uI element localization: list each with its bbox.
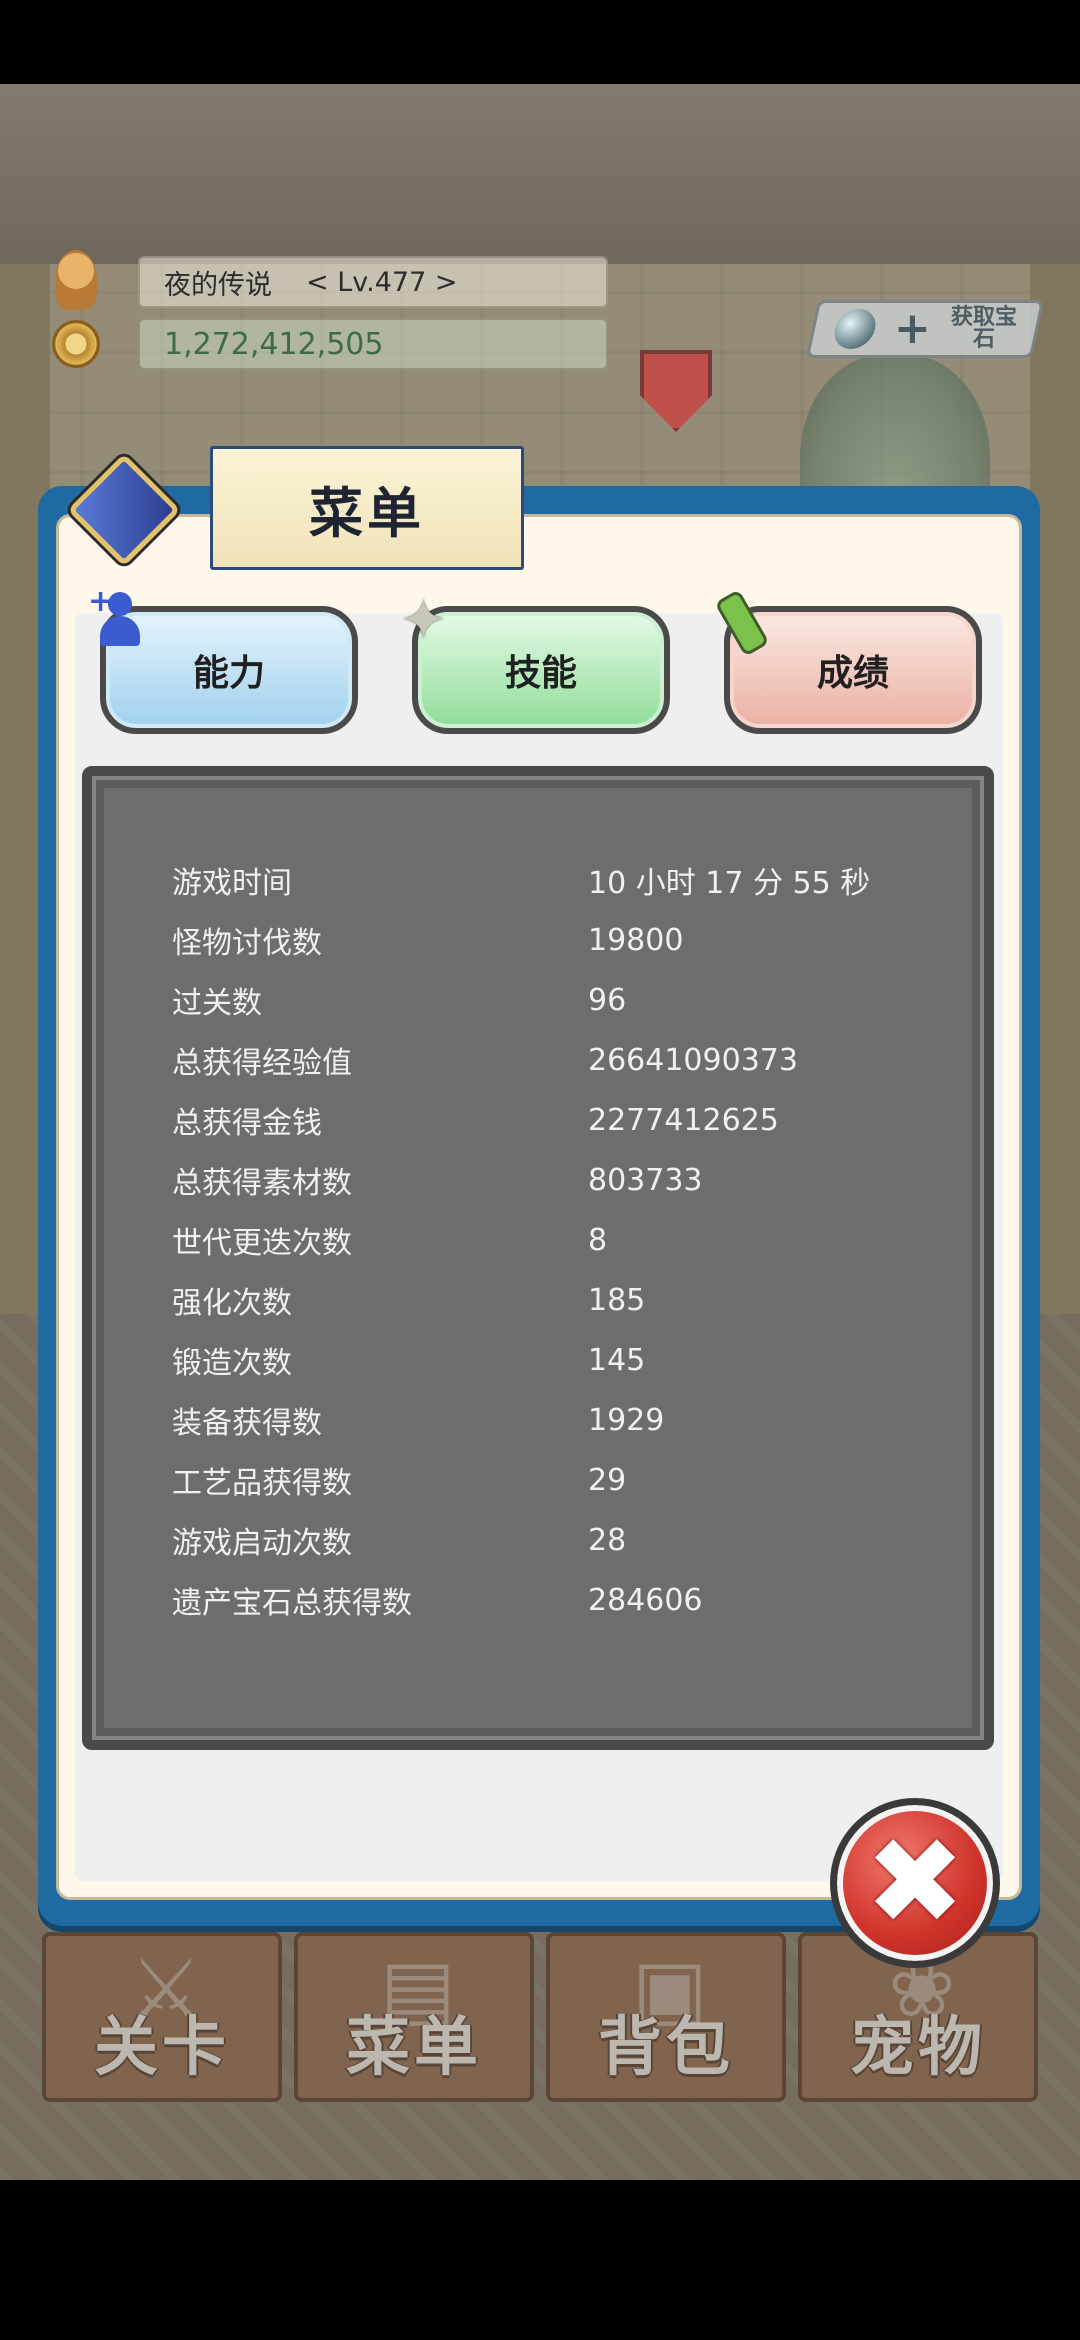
stat-row: 强化次数 185 xyxy=(172,1270,932,1330)
player-level: < Lv.477 > xyxy=(306,266,458,298)
stat-value: 29 xyxy=(588,1462,627,1498)
player-avatar-icon xyxy=(55,250,97,310)
nav-backpack[interactable]: ▣ 背包 xyxy=(546,1932,786,2102)
stat-label: 工艺品获得数 xyxy=(172,1466,352,1501)
gold-amount: 1,272,412,505 xyxy=(164,326,384,362)
stat-row: 工艺品获得数 29 xyxy=(172,1450,932,1510)
nav-label: 菜单 xyxy=(346,2011,482,2085)
stat-row: 总获得金钱 2277412625 xyxy=(172,1090,932,1150)
stat-row: 装备获得数 1929 xyxy=(172,1390,932,1450)
close-icon: ✖ xyxy=(864,1813,966,1952)
stat-label: 游戏时间 xyxy=(172,866,292,901)
get-gems-label: 获取宝石 xyxy=(950,305,1017,352)
get-gems-button[interactable]: + 获取宝石 xyxy=(805,300,1045,358)
stat-row: 遗产宝石总获得数 284606 xyxy=(172,1570,932,1630)
stat-value: 2277412625 xyxy=(588,1102,779,1138)
stat-row: 游戏时间 10 小时 17 分 55 秒 xyxy=(172,850,932,910)
player-name: 夜的传说 xyxy=(164,269,272,301)
stat-value: 145 xyxy=(588,1342,646,1378)
gold-coin-icon xyxy=(52,320,100,368)
stat-value: 1929 xyxy=(588,1402,665,1438)
shuriken-icon: ✦ xyxy=(400,588,447,653)
stat-label: 游戏启动次数 xyxy=(172,1526,352,1561)
stat-value: 185 xyxy=(588,1282,646,1318)
stat-value: 26641090373 xyxy=(588,1042,798,1078)
stat-row: 怪物讨伐数 19800 xyxy=(172,910,932,970)
stat-label: 怪物讨伐数 xyxy=(172,926,322,961)
tab-achievement[interactable]: 成绩 xyxy=(724,606,982,734)
tab-skill[interactable]: 技能 xyxy=(412,606,670,734)
tab-label: 成绩 xyxy=(816,653,889,694)
dialog-title-tab: 菜单 xyxy=(210,446,524,570)
stat-label: 总获得经验值 xyxy=(172,1046,352,1081)
tab-label: 能力 xyxy=(192,653,265,694)
stat-value: 10 小时 17 分 55 秒 xyxy=(588,866,871,901)
stats-list: 游戏时间 10 小时 17 分 55 秒 怪物讨伐数 19800 过关数 96 总获得… xyxy=(172,850,932,1630)
stat-label: 过关数 xyxy=(172,986,262,1021)
stat-value: 28 xyxy=(588,1522,627,1558)
stat-row: 总获得素材数 803733 xyxy=(172,1150,932,1210)
stat-value: 803733 xyxy=(588,1162,703,1198)
stat-value: 284606 xyxy=(588,1582,703,1618)
stat-label: 总获得金钱 xyxy=(172,1106,322,1141)
close-button[interactable]: ✖ xyxy=(830,1798,1000,1968)
stat-label: 遗产宝石总获得数 xyxy=(172,1586,412,1621)
nav-label: 背包 xyxy=(598,2011,734,2085)
nav-stages[interactable]: ⚔ 关卡 xyxy=(42,1932,282,2102)
stat-value: 19800 xyxy=(588,922,684,958)
gold-bar: 1,272,412,505 xyxy=(138,318,608,370)
stat-label: 世代更迭次数 xyxy=(172,1226,352,1261)
dialog-title: 菜单 xyxy=(309,481,425,545)
background-sky xyxy=(0,84,1080,264)
nav-label: 关卡 xyxy=(94,2011,230,2085)
stat-label: 强化次数 xyxy=(172,1286,292,1321)
stat-label: 锻造次数 xyxy=(172,1346,292,1381)
tab-label: 技能 xyxy=(504,653,577,694)
add-person-icon: + xyxy=(88,584,144,650)
stat-value: 8 xyxy=(588,1222,608,1258)
gem-icon xyxy=(830,309,880,349)
player-name-bar: 夜的传说 < Lv.477 > xyxy=(138,256,608,308)
stat-label: 装备获得数 xyxy=(172,1406,322,1441)
stat-row: 游戏启动次数 28 xyxy=(172,1510,932,1570)
stat-row: 过关数 96 xyxy=(172,970,932,1030)
stat-row: 世代更迭次数 8 xyxy=(172,1210,932,1270)
plus-icon: + xyxy=(893,303,931,354)
nav-label: 宠物 xyxy=(850,2011,986,2085)
nav-menu[interactable]: ▤ 菜单 xyxy=(294,1932,534,2102)
stat-value: 96 xyxy=(588,982,627,1018)
stat-label: 总获得素材数 xyxy=(172,1166,352,1201)
stat-row: 锻造次数 145 xyxy=(172,1330,932,1390)
stat-row: 总获得经验值 26641090373 xyxy=(172,1030,932,1090)
